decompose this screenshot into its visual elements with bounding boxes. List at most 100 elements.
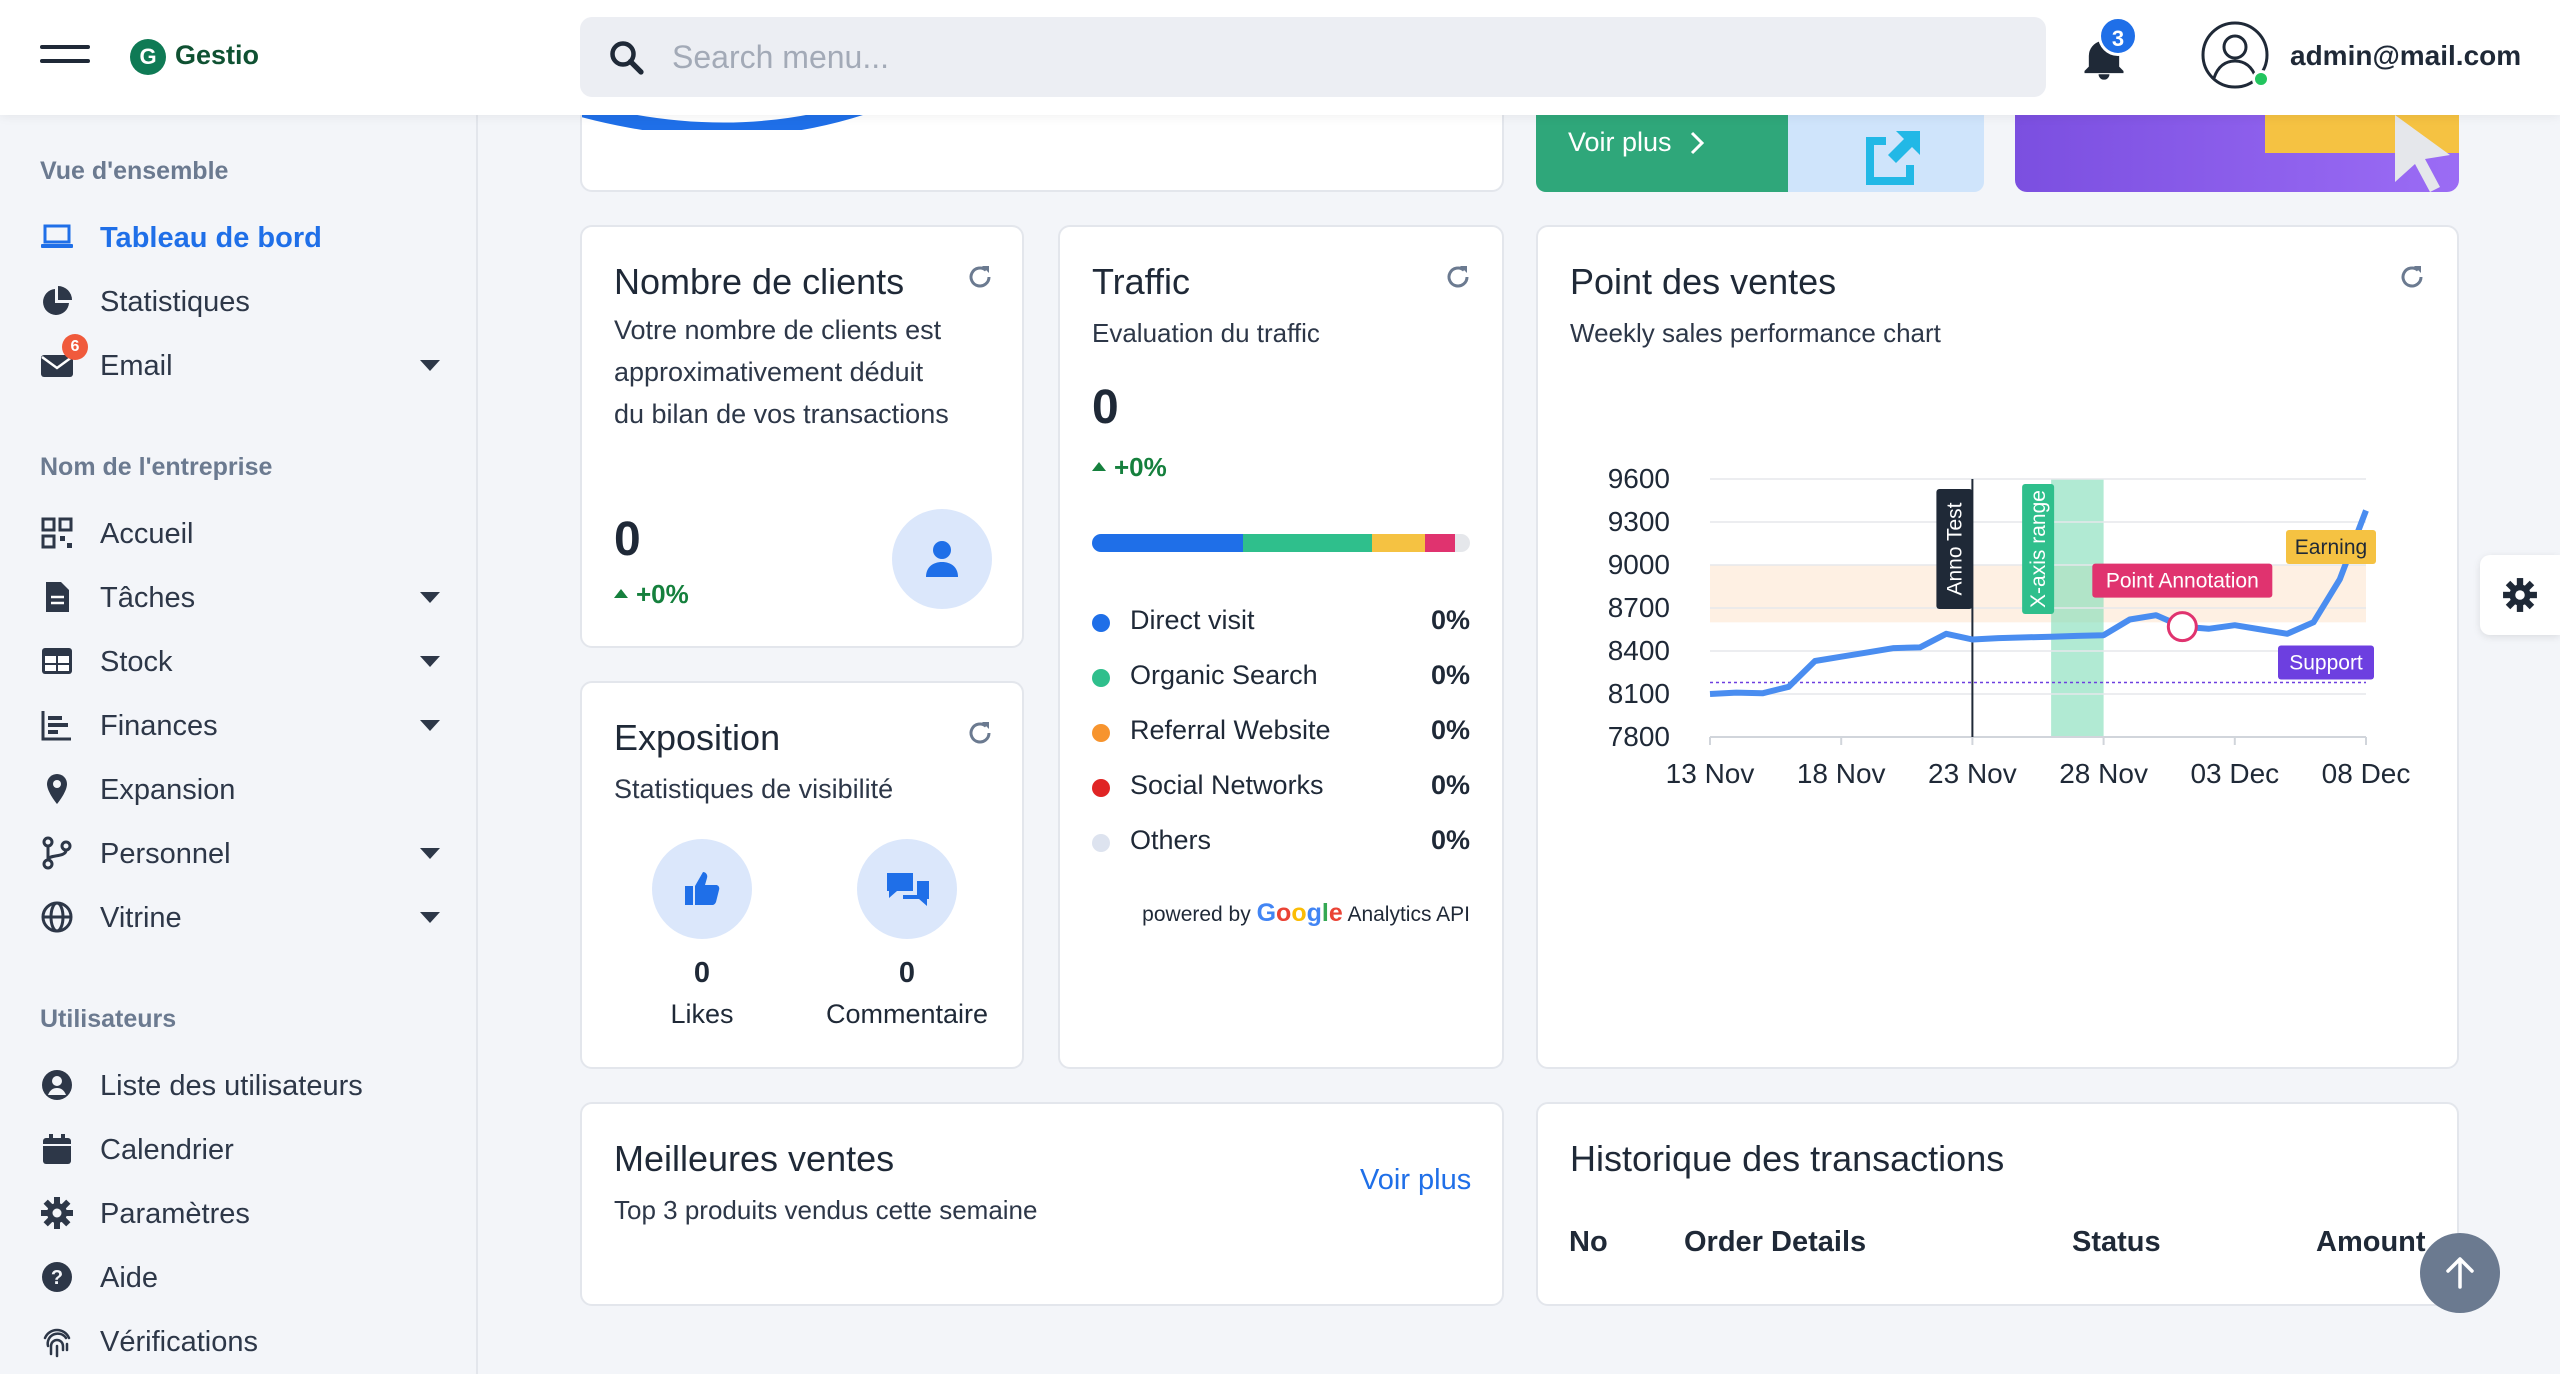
voir-plus-promo-button[interactable]: Voir plus: [1536, 115, 1788, 192]
traffic-delta: +0%: [1092, 452, 1167, 483]
logo-icon[interactable]: G: [130, 39, 166, 75]
user-email[interactable]: admin@mail.com: [2290, 40, 2521, 72]
best-sales-subtitle: Top 3 produits vendus cette semaine: [614, 1195, 1038, 1225]
legend-name: Direct visit: [1130, 605, 1255, 635]
sidebar-item-finances[interactable]: Finances: [40, 700, 440, 750]
clients-card-title: Nombre de clients: [614, 261, 905, 302]
globe-icon: [41, 901, 73, 933]
x-tick-label: 03 Dec: [2190, 758, 2279, 789]
email-badge: 6: [62, 334, 88, 360]
sidebar-item-statistiques[interactable]: Statistiques: [40, 276, 440, 326]
comments-label: Commentaire: [825, 999, 989, 1029]
exposition-card-title: Exposition: [614, 717, 781, 758]
notification-badge: 3: [2098, 16, 2138, 56]
column-header-amount: Amount: [2316, 1226, 2426, 1258]
earning-label-text: Earning: [2295, 536, 2367, 559]
anno-test-label-text: Anno Test: [1943, 502, 1966, 595]
refresh-icon[interactable]: [966, 263, 994, 291]
sidebar-section-title: Vue d'ensemble: [40, 157, 229, 185]
svg-text:?: ?: [51, 1267, 63, 1289]
powered-by-text: powered by: [1142, 903, 1251, 926]
scroll-to-top-button[interactable]: [2420, 1233, 2500, 1313]
sidebar-item-label: Expansion: [100, 774, 236, 806]
sidebar-item-vitrine[interactable]: Vitrine: [40, 892, 440, 942]
clients-card-description: Votre nombre de clients est approximativ…: [614, 315, 949, 429]
legend-dot: [1092, 669, 1110, 687]
y-tick-label: 9600: [1608, 463, 1670, 494]
likes-icon-circle: [652, 839, 752, 939]
likes-label: Likes: [670, 999, 734, 1029]
fingerprint-icon: [43, 1328, 71, 1358]
comments-count: 0: [898, 957, 916, 989]
legend-name: Organic Search: [1130, 660, 1318, 690]
sidebar-item-tableau-de-bord[interactable]: Tableau de bord: [40, 212, 440, 262]
app-name[interactable]: Gestio: [175, 40, 259, 71]
y-tick-label: 9000: [1608, 549, 1670, 580]
y-tick-label: 8100: [1608, 678, 1670, 709]
transactions-title: Historique des transactions: [1570, 1138, 2005, 1179]
support-label-text: Support: [2289, 652, 2363, 675]
sidebar-item-label: Aide: [100, 1262, 159, 1294]
y-tick-label: 8700: [1608, 592, 1670, 623]
gear-icon: [41, 1197, 73, 1229]
legend-dot: [1092, 834, 1110, 852]
transactions-card: Historique des transactions: [1536, 1102, 2459, 1306]
thumbs-up-icon: [685, 872, 720, 905]
sidebar-item-label: Email: [100, 350, 173, 382]
chevron-right-icon: [1690, 131, 1705, 155]
legend-percent: 0%: [1430, 825, 1470, 855]
sidebar-item-label: Accueil: [100, 518, 194, 550]
sidebar-item-email[interactable]: 6 Email: [40, 334, 440, 390]
sidebar-item-stock[interactable]: Stock: [40, 636, 440, 686]
legend-percent: 0%: [1430, 660, 1470, 690]
refresh-icon[interactable]: [966, 719, 994, 747]
traffic-bar-segment: [1243, 534, 1372, 552]
sidebar-item-personnel[interactable]: Personnel: [40, 828, 440, 878]
voir-plus-promo-label: Voir plus: [1568, 127, 1672, 157]
refresh-icon[interactable]: [2398, 263, 2426, 291]
sidebar-item-label: Vérifications: [100, 1326, 258, 1358]
best-sales-voir-plus-link[interactable]: Voir plus: [1360, 1164, 1471, 1197]
hamburger-menu-icon[interactable]: [40, 45, 90, 65]
traffic-bar-segment: [1454, 534, 1470, 552]
chevron-down-icon: [420, 720, 440, 731]
traffic-bar-segment: [1371, 534, 1425, 552]
powered-by-google: powered by Google Analytics API: [1092, 899, 1470, 928]
column-header-no: No: [1569, 1226, 1608, 1258]
sidebar-item-expansion[interactable]: Expansion: [40, 764, 440, 814]
search-input[interactable]: [672, 31, 1972, 83]
sidebar-item-taches[interactable]: Tâches: [40, 572, 440, 622]
user-icon-circle: [892, 509, 992, 609]
chevron-down-icon: [420, 848, 440, 859]
sidebar-item-verifications[interactable]: Vérifications: [40, 1316, 440, 1366]
sidebar-item-liste-utilisateurs[interactable]: Liste des utilisateurs: [40, 1060, 440, 1110]
sidebar-item-label: Vitrine: [100, 902, 182, 934]
sidebar-section-title: Utilisateurs: [40, 1005, 177, 1033]
refresh-icon[interactable]: [1444, 263, 1472, 291]
chevron-down-icon: [420, 912, 440, 923]
sales-card-subtitle: Weekly sales performance chart: [1570, 318, 1941, 348]
x-tick-label: 18 Nov: [1797, 758, 1886, 789]
earning-label: Earning: [2286, 530, 2376, 564]
sidebar-item-parametres[interactable]: Paramètres: [40, 1188, 440, 1238]
legend-percent: 0%: [1430, 770, 1470, 800]
sidebar-item-calendrier[interactable]: Calendrier: [40, 1124, 440, 1174]
clients-count: 0: [614, 513, 641, 566]
best-sales-title: Meilleures ventes: [614, 1138, 895, 1179]
traffic-card: Traffic Evaluation du traffic 0 +0% powe…: [1058, 225, 1504, 1069]
best-sales-card: Meilleures ventes Top 3 produits vendus …: [580, 1102, 1504, 1306]
bar-chart-icon: [41, 711, 71, 741]
column-header-order-details: Order Details: [1684, 1226, 1867, 1258]
user-circle-icon: [42, 1070, 72, 1100]
sidebar-item-accueil[interactable]: Accueil: [40, 508, 440, 558]
settings-drawer-button[interactable]: [2480, 555, 2560, 635]
file-icon: [46, 582, 69, 612]
legend-dot: [1092, 614, 1110, 632]
sidebar-item-aide[interactable]: ? Aide: [40, 1252, 440, 1302]
sidebar-section-title: Nom de l'entreprise: [40, 453, 273, 481]
external-link-icon: [1866, 131, 1920, 185]
user-icon: [926, 541, 958, 577]
search-icon[interactable]: [608, 39, 644, 75]
traffic-card-title: Traffic: [1092, 261, 1191, 302]
sidebar-item-label: Paramètres: [100, 1198, 250, 1230]
